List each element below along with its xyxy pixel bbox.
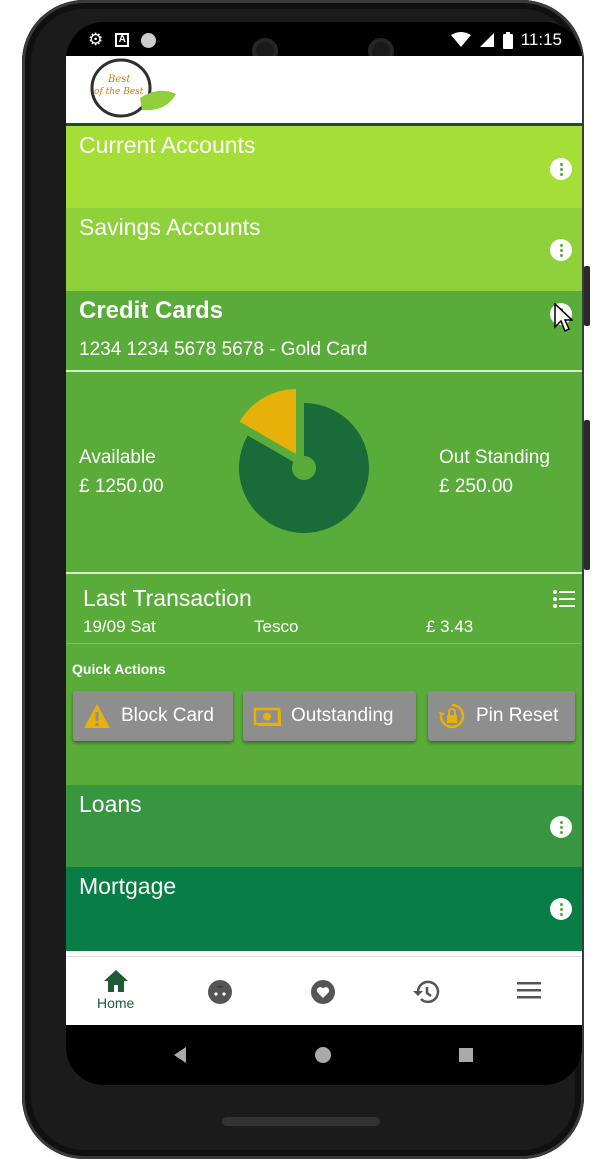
credit-cards-section: Credit Cards 1234 1234 5678 5678 - Gold … (66, 291, 582, 785)
bottom-speaker (222, 1117, 380, 1126)
home-circle-icon[interactable] (314, 1046, 332, 1064)
balance-pie-chart (239, 389, 369, 533)
status-icons-right: 11:15 (450, 30, 562, 50)
volume-button (584, 420, 590, 570)
transaction-amount: £ 3.43 (426, 617, 474, 636)
credit-cards-title: Credit Cards (79, 297, 224, 324)
savings-accounts-title: Savings Accounts (79, 214, 261, 240)
signal-icon (479, 33, 494, 47)
lock-reset-icon (439, 703, 465, 729)
card-number: 1234 1234 5678 5678 - Gold Card (79, 339, 368, 360)
battery-icon (502, 31, 513, 49)
last-transaction-title: Last Transaction (83, 585, 252, 611)
circle-icon (141, 32, 157, 48)
nav-history[interactable] (412, 979, 440, 1005)
phone-frame: ⚙ A 11:15 Best of the Best Current Accou… (22, 0, 590, 1159)
nav-menu[interactable] (517, 981, 541, 999)
system-navigation-bar (66, 1025, 582, 1085)
available-value: £ 1250.00 (79, 476, 164, 497)
outstanding-label: Out Standing (439, 447, 550, 468)
transaction-merchant: Tesco (254, 617, 299, 636)
nav-favorites[interactable] (310, 979, 336, 1005)
menu-icon (517, 982, 541, 999)
mortgage-title: Mortgage (79, 873, 177, 899)
money-icon (253, 707, 281, 726)
status-icons-left: ⚙ A (88, 30, 157, 50)
current-accounts-more-icon[interactable] (550, 158, 572, 180)
credit-divider-bottom (66, 572, 582, 574)
loans-title: Loans (79, 791, 142, 817)
outstanding-label-btn: Outstanding (291, 705, 394, 726)
available-label: Available (79, 447, 156, 468)
quick-actions-divider (66, 643, 582, 644)
nav-home[interactable]: Home (97, 969, 134, 1011)
history-icon (413, 980, 440, 1004)
back-icon[interactable] (172, 1046, 188, 1064)
loans-more-icon[interactable] (550, 816, 572, 838)
block-card-label: Block Card (121, 705, 214, 726)
a-icon: A (115, 33, 130, 47)
filter-list-icon[interactable] (552, 589, 576, 609)
nav-home-label: Home (97, 995, 135, 1011)
current-accounts-title: Current Accounts (79, 132, 256, 158)
wifi-icon (450, 32, 471, 47)
warning-icon (84, 704, 110, 728)
brand-logo[interactable]: Best of the Best (88, 58, 178, 122)
mouse-cursor-icon (554, 303, 573, 333)
quick-actions-title: Quick Actions (72, 661, 166, 677)
app-header: Best of the Best (66, 56, 582, 126)
home-icon (103, 970, 128, 992)
heart-icon (311, 980, 335, 1004)
block-card-button[interactable]: Block Card (73, 691, 233, 741)
pie-center-hole (292, 456, 316, 480)
loans-section[interactable]: Loans (66, 785, 582, 867)
logo-text-line1: Best (107, 74, 131, 85)
mortgage-section[interactable]: Mortgage (66, 867, 582, 951)
screen: ⚙ A 11:15 Best of the Best Current Accou… (66, 22, 582, 1085)
savings-accounts-section[interactable]: Savings Accounts (66, 208, 582, 291)
transaction-date: 19/09 Sat (83, 617, 156, 636)
mortgage-more-icon[interactable] (550, 898, 572, 920)
app-content: Best of the Best Current Accounts Saving… (66, 56, 582, 976)
pin-reset-label: Pin Reset (476, 705, 559, 726)
power-button (584, 266, 590, 326)
status-time: 11:15 (520, 30, 562, 49)
face-icon (208, 980, 232, 1004)
bottom-navigation: Home (66, 956, 582, 1026)
logo-text-line2: of the Best (94, 87, 144, 97)
savings-accounts-more-icon[interactable] (550, 239, 572, 261)
pin-reset-button[interactable]: Pin Reset (428, 691, 575, 741)
recents-icon[interactable] (458, 1047, 474, 1063)
gear-icon: ⚙ (88, 30, 104, 49)
outstanding-value: £ 250.00 (439, 476, 513, 497)
outstanding-button[interactable]: Outstanding (243, 691, 416, 741)
nav-profile[interactable] (207, 979, 233, 1005)
credit-divider-top (66, 370, 582, 372)
current-accounts-section[interactable]: Current Accounts (66, 126, 582, 208)
